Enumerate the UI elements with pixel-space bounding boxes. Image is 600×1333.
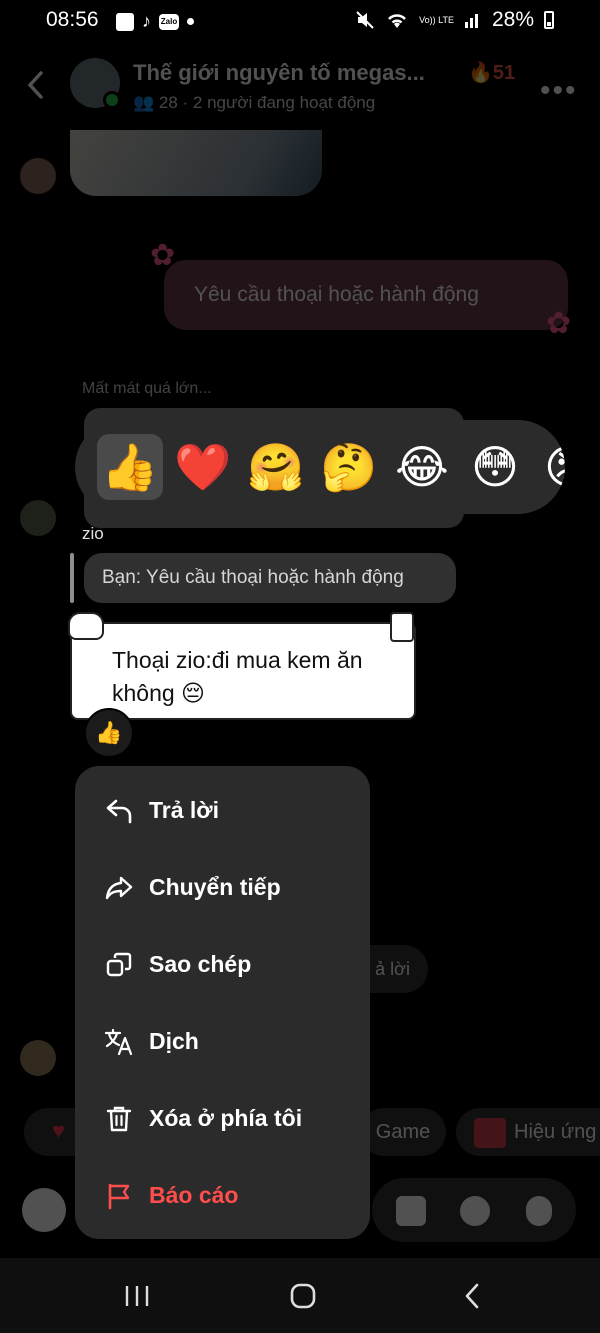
streak-count: 🔥51 [468,62,516,84]
online-indicator [103,91,121,109]
sender-name: zio [82,524,104,543]
menu-label: Dịch [149,1028,199,1054]
recent-apps-button[interactable] [120,1278,154,1314]
reaction-thinking[interactable]: 🤔 [316,434,382,500]
menu-item-forward[interactable]: Chuyển tiếp [75,849,370,926]
cat-sticker-decoration [68,612,104,640]
sent-message-bubble[interactable]: Yêu cầu thoại hoặc hành động [164,260,568,330]
zalo-icon: Zalo [159,13,179,30]
reaction-hug[interactable]: 🤗 [243,434,309,500]
menu-item-copy[interactable]: Sao chép [75,926,370,1003]
menu-label: Báo cáo [149,1182,239,1208]
menu-item-translate[interactable]: Dịch [75,1003,370,1080]
flag-sticker-decoration [390,612,414,642]
wifi-icon [388,14,407,28]
mute-icon [356,11,374,29]
forward-icon [103,872,135,904]
reaction-flushed[interactable]: 😳 [462,434,528,500]
reaction-bar: 👍 ❤️ 🤗 🤔 😂 😳 😡 [75,420,565,514]
status-right: Vo)) LTE 28% [355,8,554,32]
reaction-badge[interactable]: 👍 [84,708,134,758]
reaction-angry[interactable]: 😡 [535,434,565,500]
flower-decoration: ✿ [546,307,572,340]
more-notifications-icon [187,18,194,25]
reaction-thumbs-up[interactable]: 👍 [97,434,163,500]
menu-label: Trả lời [149,797,220,823]
menu-label: Xóa ở phía tôi [149,1105,303,1131]
battery-icon [544,11,554,29]
system-back-button[interactable] [458,1278,486,1314]
signal-icon [464,14,478,28]
flag-icon [103,1180,135,1212]
image-message[interactable] [70,130,322,196]
effect-thumbnail [474,1118,506,1148]
gallery-icon [116,12,134,31]
gallery-icon[interactable] [396,1196,426,1226]
avatar[interactable] [20,500,56,536]
status-bar: 08:56 ♪ Zalo Vo)) LTE 28% [0,0,600,44]
quoted-reply[interactable]: Bạn: Yêu cầu thoại hoặc hành động [84,553,456,603]
mic-icon[interactable] [526,1196,552,1226]
reply-icon [103,795,135,827]
tiktok-icon: ♪ [142,11,151,31]
sticker-icon[interactable] [460,1196,490,1226]
menu-item-delete[interactable]: Xóa ở phía tôi [75,1080,370,1157]
system-nav-bar [0,1258,600,1333]
focused-message-bubble[interactable]: Thoại zio:đi mua kem ăn không 😔 [70,622,416,720]
menu-item-report[interactable]: Báo cáo [75,1157,370,1234]
back-arrow-icon[interactable] [26,70,44,100]
volte-icon: Vo)) LTE [419,14,454,25]
menu-label: Sao chép [149,951,252,977]
group-title[interactable]: Thế giới nguyên tố megas... [133,60,425,86]
avatar[interactable] [20,1040,56,1076]
copy-icon [103,949,135,981]
notification-icons: ♪ Zalo [116,11,194,32]
reply-hint: Mất mát quá lớn... [82,380,212,397]
status-time: 08:56 [46,8,99,31]
home-button[interactable] [286,1278,320,1314]
message-context-menu: Trả lời Chuyển tiếp Sao chép Dịch Xóa ở … [75,766,370,1239]
reaction-laughing[interactable]: 😂 [389,434,455,500]
game-chip[interactable]: Game [360,1108,446,1156]
translate-icon [103,1026,135,1058]
battery-text: 28% [491,8,534,31]
member-status: 👥 28 · 2 người đang hoạt động [133,93,376,112]
camera-icon[interactable] [22,1188,66,1232]
more-options-icon[interactable]: ••• [540,74,578,108]
reaction-heart[interactable]: ❤️ [170,434,236,500]
trash-icon [103,1103,135,1135]
menu-item-reply[interactable]: Trả lời [75,772,370,849]
avatar[interactable] [20,158,56,194]
menu-label: Chuyển tiếp [149,874,281,900]
quote-bar [70,553,74,603]
